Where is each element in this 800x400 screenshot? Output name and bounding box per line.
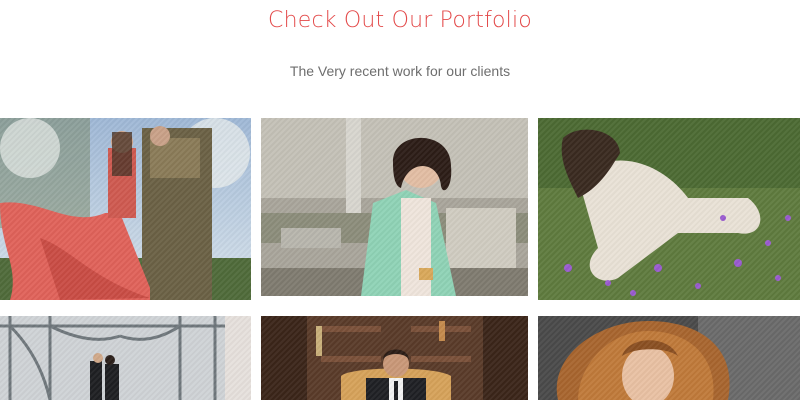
section-subtitle: The Very recent work for our clients [289,63,511,79]
couple-bridge-photo [0,316,251,400]
portfolio-item-couple-bridge[interactable] [0,316,251,400]
man-office-photo [261,316,528,400]
portfolio-item-man-office[interactable] [261,316,528,400]
section-title: Check Out Our Portfolio [268,8,532,33]
portfolio-item-couple-red-dress[interactable] [0,118,251,300]
woman-flowers-photo [538,118,800,300]
couple-red-dress-photo [0,118,251,300]
portfolio-item-woman-flowers[interactable] [538,118,800,300]
portfolio-item-woman-mint-jacket[interactable] [261,118,528,296]
portfolio-item-woman-curly-hair[interactable] [538,316,800,400]
woman-curly-hair-photo [538,316,800,400]
woman-mint-jacket-photo [261,118,528,296]
